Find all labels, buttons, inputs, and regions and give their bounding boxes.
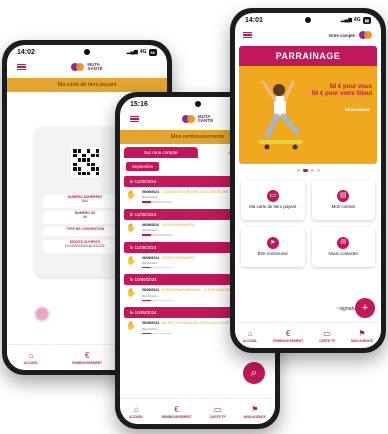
nav-carte-tp[interactable]: ▭ CARTE TP [319, 329, 335, 343]
camera-dot [305, 17, 311, 23]
status-icons: ▂▄▆ 4G 66 [126, 48, 157, 56]
signal-icon: ▂▄▆ [126, 49, 138, 55]
app-header: Votre compte [235, 27, 381, 43]
camera-dot [194, 101, 201, 107]
entry-progress [142, 201, 172, 203]
entry-progress-fill [142, 332, 151, 335]
tile-carte-tiers-payant[interactable]: ▭ Ma carte de tiers payant [241, 180, 305, 220]
nav-remboursement[interactable]: € REMBOURSEMENT [72, 351, 102, 365]
menu-icon[interactable] [243, 31, 252, 39]
chat-icon: ✉ [337, 237, 350, 250]
promo-banner[interactable]: PARRAINAGE 50 € pour vous 50 € pour votre… [239, 46, 377, 164]
battery-icon: ▮▮ [362, 16, 371, 24]
hand-coins-icon: ✋ [126, 222, 136, 232]
promo-title: PARRAINAGE [239, 46, 377, 66]
home-icon: ⌂ [247, 328, 253, 338]
entry-act: ACTES TECHNIQUES MÉDICAUX HCAS [161, 321, 230, 326]
network-label: 4G [139, 49, 147, 55]
network-label: 4G [353, 17, 361, 23]
nav-accueil[interactable]: ⌂ ACCUEIL [24, 351, 38, 365]
tab-sur-mon-compte[interactable]: Sur mon compte [124, 147, 198, 158]
tile-mon-contrat[interactable]: ▤ Mon contrat [311, 180, 375, 220]
entry-progress [142, 299, 172, 302]
clock: 15:16 [130, 100, 148, 108]
entry-date: 06/09/2024 [142, 222, 159, 227]
card-icon: ▭ [323, 328, 331, 338]
tile-nous-contacter[interactable]: ✉ Nous contacter [311, 227, 375, 267]
search-button[interactable]: ⌕ [243, 362, 265, 384]
card-icon: ▭ [213, 404, 222, 414]
person-illustration [259, 80, 303, 150]
entry-act: SOINS INFIRMIERS [161, 255, 195, 260]
entry-date: 06/09/2024 [142, 190, 159, 194]
menu-icon[interactable] [130, 115, 139, 123]
promo-hint: RÉGLEMENT [344, 107, 370, 112]
month-chip[interactable]: Septembre [126, 162, 160, 171]
entry-progress [142, 266, 172, 269]
euro-icon: € [285, 328, 291, 338]
account-label[interactable]: Votre compte [329, 33, 355, 38]
nav-remboursement[interactable]: € REMBOURSEMENT [273, 329, 303, 343]
entry-act: SOINS INFIRMIERS [161, 222, 195, 227]
decorative-blob [35, 307, 49, 321]
nav-carte-tp[interactable]: ▭ CARTE TP [210, 405, 226, 419]
clock: 14:01 [245, 16, 263, 24]
nav-mon-agence[interactable]: ⚑ MON AGENCE [351, 329, 373, 343]
entry-progress-fill [142, 234, 151, 236]
status-icons: ▂▄▆ 4G ▮▮ [340, 16, 371, 24]
camera-dot [84, 49, 90, 55]
nav-remboursement[interactable]: € REMBOURSEMENT [162, 405, 192, 419]
page-title: Ma carte de tiers payant [7, 78, 167, 92]
hand-coins-icon: ✋ [126, 288, 136, 298]
shortcut-grid: ▭ Ma carte de tiers payant ▤ Mon contrat ➤… [235, 172, 381, 267]
euro-icon: € [84, 350, 90, 360]
nav-accueil[interactable]: ⌂ ACCUEIL [129, 405, 143, 419]
hand-coins-icon: ✋ [126, 190, 136, 199]
send-icon: ➤ [266, 237, 279, 250]
agency-icon: ⚑ [251, 404, 259, 414]
marketing-stage: 14:02 ▂▄▆ 4G 66 MUTA SANTÉ Ma carte de ti… [0, 0, 388, 434]
clock: 14:02 [17, 48, 35, 56]
euro-icon: € [174, 404, 179, 414]
menu-icon[interactable] [17, 63, 26, 71]
entry-progress-fill [142, 299, 151, 302]
entry-progress-fill [142, 266, 151, 269]
entry-progress [142, 332, 172, 335]
card-icon: ▭ [266, 190, 279, 203]
home-icon: ⌂ [28, 350, 34, 360]
entry-progress-fill [142, 201, 151, 203]
muta-sante-logo [359, 30, 373, 40]
bottom-nav: ⌂ ACCUEIL € REMBOURSEMENT ▭ CARTE TP ⚑ MON A… [120, 398, 275, 424]
app-header: MUTA SANTÉ [7, 59, 167, 75]
battery-icon: 66 [148, 48, 157, 56]
muta-sante-logo: MUTA SANTÉ [181, 114, 213, 124]
nav-mon-agence[interactable]: ⚑ MON AGENCE [244, 405, 266, 419]
hand-coins-icon: ✋ [126, 321, 136, 331]
document-icon: ▤ [337, 190, 350, 203]
promo-text: 50 € pour vous 50 € pour votre filleul [311, 84, 372, 98]
hand-coins-icon: ✋ [126, 255, 136, 265]
phone-home: 14:01 ▂▄▆ 4G ▮▮ Votre compte PARRAINAGE [230, 8, 386, 353]
bottom-nav: ⌂ ACCUEIL € REMBOURSEMENT ▭ CARTE TP ⚑ MON A… [235, 322, 381, 348]
qr-code-icon [71, 147, 101, 177]
muta-sante-logo: MUTA SANTÉ [71, 62, 103, 72]
entry-progress [142, 234, 172, 236]
entry-date: 06/09/2024 [142, 288, 159, 293]
nav-accueil[interactable]: ⌂ ACCUEIL [243, 329, 257, 343]
entry-date: 06/09/2024 [142, 255, 159, 260]
add-button[interactable]: + [355, 298, 375, 318]
agency-icon: ⚑ [358, 328, 366, 338]
home-icon: ⌂ [133, 404, 139, 414]
tile-etre-rembourse[interactable]: ➤ Être remboursé [241, 227, 305, 267]
signal-icon: ▂▄▆ [340, 17, 352, 23]
screen: 14:01 ▂▄▆ 4G ▮▮ Votre compte PARRAINAGE [235, 13, 381, 348]
entry-date: 05/09/2024 [142, 321, 159, 326]
